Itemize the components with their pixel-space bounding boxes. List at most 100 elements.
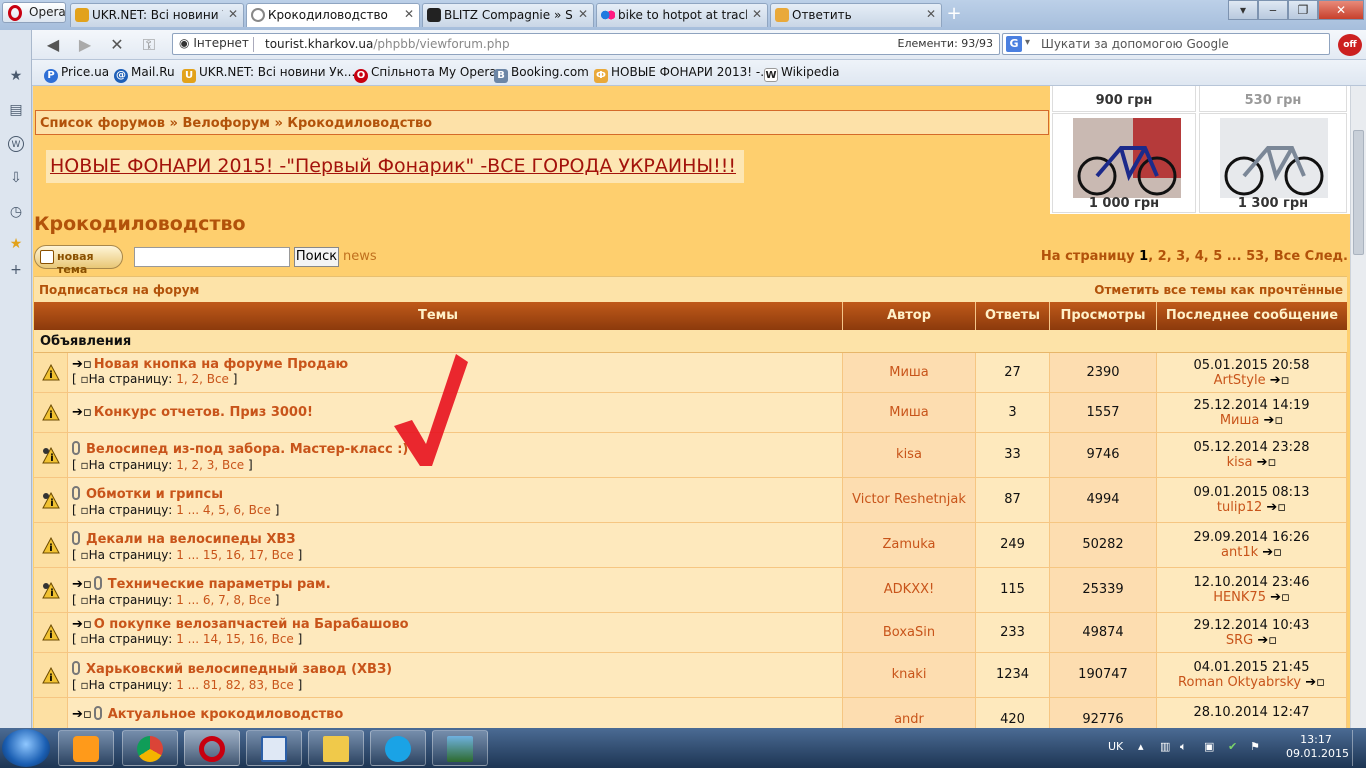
network-icon[interactable]: ▥: [1160, 740, 1170, 753]
topic-page-links[interactable]: 1 ... 15, 16, 17, Все: [176, 548, 294, 562]
tab-close-icon[interactable]: ✕: [751, 7, 763, 21]
topic-author-link[interactable]: andr: [843, 712, 975, 727]
tab-list-icon[interactable]: ▾: [1228, 0, 1258, 20]
last-post-user[interactable]: SRG: [1226, 633, 1253, 648]
topic-author-link[interactable]: BoxaSin: [843, 625, 975, 640]
close-window-icon[interactable]: ✕: [1318, 0, 1364, 20]
notes-icon[interactable]: ▤: [8, 102, 24, 118]
topic-title-link[interactable]: Конкурс отчетов. Приз 3000!: [94, 405, 313, 420]
address-bar[interactable]: ◉ Інтернет tourist.kharkov.ua/phpbb/view…: [172, 33, 1000, 55]
tab-reply[interactable]: Ответить ✕: [770, 3, 942, 27]
devices-icon[interactable]: ▣: [1204, 740, 1214, 753]
bookmark-mailru[interactable]: @ Mail.Ru: [114, 65, 175, 83]
action-center-icon[interactable]: ⚑: [1250, 740, 1260, 753]
url-text[interactable]: tourist.kharkov.ua/phpbb/viewforum.php: [265, 37, 510, 51]
last-post-user[interactable]: Миша: [1220, 413, 1260, 428]
new-tab-icon[interactable]: +: [944, 5, 964, 24]
volume-icon[interactable]: 🔈︎: [1180, 740, 1187, 754]
go-to-post-icon[interactable]: ➔▫: [1263, 413, 1283, 428]
bookmark-wikipedia[interactable]: W Wikipedia: [764, 65, 840, 82]
add-panel-icon[interactable]: +: [8, 262, 24, 278]
topic-author-link[interactable]: Zamuka: [843, 537, 975, 552]
topic-page-links[interactable]: 1 ... 14, 15, 16, Все: [176, 632, 294, 646]
breadcrumb-forum-list[interactable]: Список форумов: [40, 116, 165, 131]
topic-page-links[interactable]: 1 ... 81, 82, 83, Все: [176, 678, 294, 692]
new-topic-button[interactable]: новая тема: [34, 245, 123, 276]
last-post-user[interactable]: kisa: [1227, 455, 1253, 470]
forward-icon[interactable]: ▶: [74, 35, 96, 55]
security-check-icon[interactable]: ✔: [1228, 740, 1237, 753]
page-scrollbar[interactable]: [1350, 86, 1366, 728]
go-to-post-icon[interactable]: ➔▫: [1270, 373, 1290, 388]
taskbar-photo-viewer[interactable]: [432, 730, 488, 766]
back-icon[interactable]: ◀: [42, 35, 64, 55]
taskbar-explorer[interactable]: [308, 730, 364, 766]
go-to-last-icon[interactable]: ➔▫: [72, 707, 92, 722]
news-link[interactable]: news: [343, 249, 377, 264]
topic-author-link[interactable]: Миша: [843, 405, 975, 420]
tab-close-icon[interactable]: ✕: [403, 7, 415, 21]
show-desktop-button[interactable]: [1352, 730, 1364, 766]
pagination-page-5[interactable]: 5: [1213, 249, 1222, 264]
opera-menu-button[interactable]: Opera: [2, 2, 66, 23]
topic-title-link[interactable]: Обмотки и грипсы: [86, 487, 223, 502]
pagination-page-2[interactable]: 2: [1158, 249, 1167, 264]
breadcrumb-current[interactable]: Крокодиловодство: [287, 116, 432, 131]
topic-title-link[interactable]: Технические параметры рам.: [108, 577, 331, 592]
last-post-user[interactable]: ArtStyle: [1214, 373, 1266, 388]
breadcrumb-veloforum[interactable]: Велофорум: [182, 116, 269, 131]
ad-item[interactable]: 1 300 грн: [1199, 113, 1347, 213]
go-to-post-icon[interactable]: ➔▫: [1257, 633, 1277, 648]
last-post-user[interactable]: ant1k: [1221, 545, 1258, 560]
tab-krokodilovodstvo[interactable]: Крокодиловодство ✕: [246, 3, 420, 27]
widgets-icon[interactable]: W: [8, 136, 24, 152]
pagination-page-last[interactable]: 53: [1246, 249, 1264, 264]
history-clock-icon[interactable]: ◷: [8, 204, 24, 220]
topic-title-link[interactable]: Харьковский велосипедный завод (ХВЗ): [86, 662, 392, 677]
go-to-post-icon[interactable]: ➔▫: [1266, 500, 1286, 515]
google-icon[interactable]: G: [1006, 36, 1022, 52]
topic-title-link[interactable]: Велосипед из-под забора. Мастер-класс :): [86, 442, 408, 457]
taskbar-opera[interactable]: [184, 730, 240, 766]
topic-title-link[interactable]: Новая кнопка на форуме Продаю: [94, 357, 348, 372]
go-to-last-icon[interactable]: ➔▫: [72, 617, 92, 632]
bookmark-priceua[interactable]: P Price.ua: [44, 65, 109, 83]
tab-ukrnet[interactable]: UKR.NET: Всі новини У... ✕: [70, 3, 244, 27]
last-post-user[interactable]: tulip12: [1217, 500, 1262, 515]
pagination-page-4[interactable]: 4: [1195, 249, 1204, 264]
scrollbar-thumb[interactable]: [1353, 130, 1364, 255]
subscribe-link[interactable]: Подписаться на форум: [39, 283, 199, 297]
security-label[interactable]: ◉ Інтернет: [179, 36, 249, 50]
pagination-next[interactable]: След.: [1305, 249, 1348, 264]
bookmark-myopera[interactable]: O Спільнота My Opera: [354, 65, 497, 83]
tab-close-icon[interactable]: ✕: [227, 7, 239, 21]
downloads-icon[interactable]: ⇩: [8, 170, 24, 186]
topic-title-link[interactable]: Декали на велосипеды ХВЗ: [86, 532, 296, 547]
go-to-last-icon[interactable]: ➔▫: [72, 577, 92, 592]
go-to-last-icon[interactable]: ➔▫: [72, 357, 92, 372]
tab-blitz[interactable]: BLITZ Compagnie » Sc... ✕: [422, 3, 594, 27]
go-to-post-icon[interactable]: ➔▫: [1305, 675, 1325, 690]
tab-flickr[interactable]: bike to hotpot at trackr... ✕: [596, 3, 768, 27]
speed-dial-star-icon[interactable]: ★: [8, 236, 24, 252]
topic-page-links[interactable]: 1 ... 6, 7, 8, Все: [176, 593, 271, 607]
key-icon[interactable]: ⚿: [138, 35, 160, 55]
chevron-down-icon[interactable]: ▾: [1025, 37, 1030, 48]
topic-page-links[interactable]: 1 ... 4, 5, 6, Все: [176, 503, 271, 517]
ad-item[interactable]: 1 000 грн: [1052, 113, 1196, 213]
forum-search-input[interactable]: [134, 247, 290, 267]
search-bar[interactable]: G ▾ Шукати за допомогою Google: [1002, 33, 1330, 55]
taskbar-window[interactable]: [246, 730, 302, 766]
tab-close-icon[interactable]: ✕: [925, 7, 937, 21]
tray-expand-icon[interactable]: ▴: [1138, 740, 1144, 753]
restore-icon[interactable]: ❐: [1288, 0, 1318, 20]
bookmark-fonari[interactable]: Ф НОВЫЕ ФОНАРИ 2013! -...: [594, 65, 772, 83]
tab-close-icon[interactable]: ✕: [577, 7, 589, 21]
topic-title-link[interactable]: Актуальное крокодиловодство: [108, 707, 344, 722]
bookmark-ukrnet[interactable]: U UKR.NET: Всі новини Ук...: [182, 65, 355, 83]
last-post-user[interactable]: Roman Oktyabrsky: [1178, 675, 1301, 690]
go-to-last-icon[interactable]: ➔▫: [72, 405, 92, 420]
topic-page-links[interactable]: 1, 2, Все: [176, 372, 229, 386]
go-to-post-icon[interactable]: ➔▫: [1262, 545, 1282, 560]
bookmarks-star-icon[interactable]: ★: [8, 68, 24, 84]
